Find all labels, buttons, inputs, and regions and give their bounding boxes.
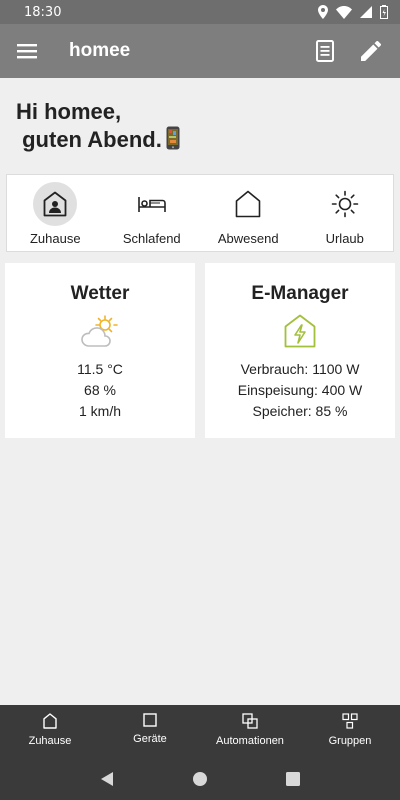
home-outline-icon bbox=[43, 713, 57, 729]
weather-icon-wrap bbox=[80, 313, 120, 349]
home-button-icon[interactable] bbox=[192, 771, 208, 787]
nav-label: Zuhause bbox=[28, 735, 72, 747]
phone-icon bbox=[166, 126, 180, 157]
mode-icon-wrap bbox=[33, 182, 78, 226]
nav-zuhause[interactable]: Zuhause bbox=[0, 705, 100, 757]
mode-label: Urlaub bbox=[325, 231, 364, 246]
mode-label: Zuhause bbox=[29, 231, 81, 246]
energy-house-icon bbox=[284, 314, 316, 348]
location-icon bbox=[318, 5, 328, 19]
hamburger-icon bbox=[17, 44, 37, 59]
status-icons bbox=[318, 5, 388, 19]
log-button[interactable] bbox=[302, 24, 348, 78]
energy-values: Verbrauch: 1100 W Einspeisung: 400 W Spe… bbox=[238, 359, 363, 422]
battery-icon bbox=[380, 5, 388, 19]
weather-title: Wetter bbox=[70, 283, 130, 304]
mode-label: Schlafend bbox=[122, 231, 181, 246]
mode-schlafend[interactable]: Schlafend bbox=[104, 175, 201, 251]
nav-automationen[interactable]: Automationen bbox=[200, 705, 300, 757]
sun-icon bbox=[331, 190, 359, 218]
greeting-text: Hi homee, guten Abend. bbox=[16, 99, 162, 152]
status-bar: 18:30 bbox=[0, 0, 400, 24]
energy-feed-in: Einspeisung: 400 W bbox=[237, 382, 363, 398]
pencil-icon bbox=[361, 41, 381, 61]
nav-label: Automationen bbox=[216, 735, 284, 747]
app-bar: homee bbox=[0, 24, 400, 78]
app-title: homee bbox=[69, 40, 131, 61]
nav-geraete[interactable]: Geräte bbox=[100, 705, 200, 757]
nav-label: Gruppen bbox=[328, 735, 372, 747]
greeting: Hi homee, guten Abend. bbox=[16, 98, 180, 157]
mode-zuhause[interactable]: Zuhause bbox=[7, 175, 104, 251]
wifi-icon bbox=[336, 5, 352, 19]
weather-humidity: 68 % bbox=[84, 382, 116, 398]
nav-label: Geräte bbox=[133, 733, 167, 745]
energy-card[interactable]: E-Manager Verbrauch: 1100 W Einspeisung:… bbox=[205, 263, 395, 438]
energy-consumption: Verbrauch: 1100 W bbox=[240, 361, 360, 377]
nav-gruppen[interactable]: Gruppen bbox=[300, 705, 400, 757]
overlapping-squares-icon bbox=[242, 713, 258, 729]
partly-cloudy-icon bbox=[81, 315, 118, 347]
edit-button[interactable] bbox=[348, 24, 394, 78]
weather-values: 11.5 °C 68 % 1 km/h bbox=[77, 359, 123, 422]
weather-temperature: 11.5 °C bbox=[77, 361, 123, 377]
bottom-nav: Zuhause Geräte Automationen Gruppen bbox=[0, 705, 400, 757]
system-nav bbox=[0, 757, 400, 800]
weather-wind: 1 km/h bbox=[78, 403, 121, 419]
mode-abwesend[interactable]: Abwesend bbox=[200, 175, 297, 251]
status-time: 18:30 bbox=[24, 4, 62, 20]
mode-icon-wrap bbox=[130, 182, 174, 226]
recents-icon[interactable] bbox=[285, 771, 301, 787]
signal-icon bbox=[360, 6, 372, 18]
energy-title: E-Manager bbox=[251, 283, 349, 304]
home-icon bbox=[43, 191, 67, 217]
back-icon[interactable] bbox=[99, 771, 115, 787]
mode-icon-wrap bbox=[226, 182, 270, 226]
document-icon bbox=[316, 40, 334, 62]
weather-card[interactable]: Wetter 11.5 °C 68 % 1 km/h bbox=[5, 263, 195, 438]
grid-squares-icon bbox=[342, 713, 358, 729]
mode-urlaub[interactable]: Urlaub bbox=[297, 175, 394, 251]
energy-storage: Speicher: 85 % bbox=[252, 403, 348, 419]
mode-selector: Zuhause Schlafend Abwesend Urlaub bbox=[6, 174, 394, 252]
house-outline-icon bbox=[235, 190, 261, 218]
energy-icon-wrap bbox=[284, 313, 316, 349]
bed-icon bbox=[137, 197, 166, 212]
mode-label: Abwesend bbox=[217, 231, 279, 246]
menu-button[interactable] bbox=[0, 24, 55, 78]
mode-icon-wrap bbox=[323, 182, 367, 226]
square-icon bbox=[143, 713, 157, 727]
